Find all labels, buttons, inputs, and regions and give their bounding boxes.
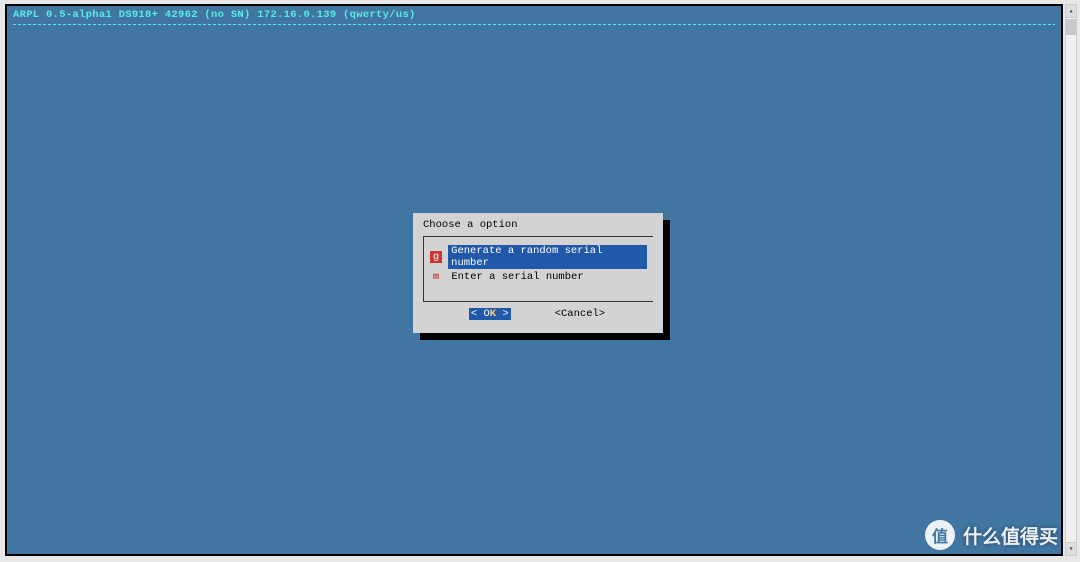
scroll-thumb[interactable] <box>1066 19 1076 35</box>
dialog-title: Choose a option <box>413 213 663 234</box>
option-label: Enter a serial number <box>448 271 586 283</box>
option-generate-serial[interactable]: g Generate a random serial number <box>430 245 647 269</box>
terminal-window: ARPL 0.5-alpha1 DS918+ 42962 (no SN) 172… <box>5 4 1063 556</box>
dialog-options-box: g Generate a random serial number m Ente… <box>423 236 653 302</box>
watermark-badge-icon: 值 <box>925 520 955 550</box>
option-enter-serial[interactable]: m Enter a serial number <box>430 271 647 283</box>
scroll-down-arrow-icon[interactable]: ▾ <box>1066 542 1076 555</box>
cancel-button[interactable]: <Cancel> <box>553 308 607 320</box>
option-marker: m <box>430 271 442 283</box>
option-marker: g <box>430 251 442 263</box>
option-label: Generate a random serial number <box>448 245 647 269</box>
ok-button[interactable]: < OK > <box>469 308 511 320</box>
watermark: 值 什么值得买 <box>925 520 1058 550</box>
watermark-text: 什么值得买 <box>963 522 1058 549</box>
dialog-buttons: < OK > <Cancel> <box>413 308 663 320</box>
scroll-up-arrow-icon[interactable]: ▴ <box>1066 5 1076 18</box>
header-divider <box>13 24 1055 25</box>
status-line: ARPL 0.5-alpha1 DS918+ 42962 (no SN) 172… <box>7 6 1061 23</box>
scrollbar[interactable]: ▴ ▾ <box>1065 4 1077 556</box>
option-dialog: Choose a option g Generate a random seri… <box>413 213 663 333</box>
